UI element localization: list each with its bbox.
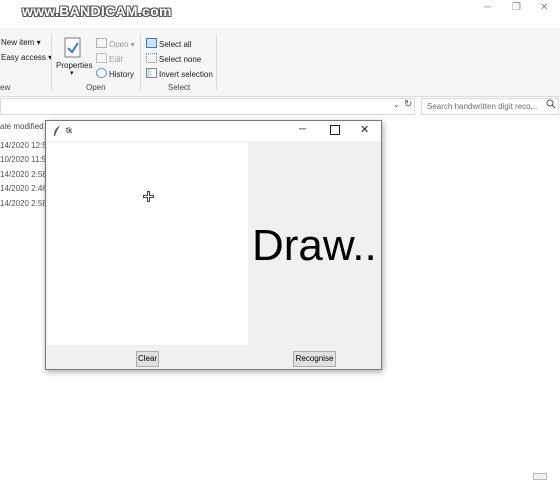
- list-item-date: 14/2020 2:58: [0, 199, 47, 208]
- address-bar[interactable]: [0, 98, 415, 115]
- ribbon-divider: [140, 34, 141, 90]
- prediction-label: Draw..: [252, 221, 377, 270]
- chevron-down-icon[interactable]: ⌄: [393, 100, 400, 109]
- list-item-date: 14/2020 12:52: [0, 141, 52, 150]
- history-icon: [96, 68, 107, 78]
- minimize-icon[interactable]: ─: [484, 2, 491, 13]
- minimize-icon[interactable]: ─: [299, 124, 306, 135]
- ribbon-divider: [216, 34, 217, 90]
- list-item-date: 14/2020 2:46: [0, 184, 47, 193]
- easy-access-button[interactable]: Easy access ▾: [1, 53, 52, 62]
- select-all-label: Select all: [159, 40, 192, 49]
- edit-button[interactable]: Edit: [96, 53, 123, 64]
- properties-icon[interactable]: [63, 37, 83, 59]
- edit-icon: [96, 53, 107, 63]
- tk-title-bar[interactable]: tk ─ ✕: [46, 121, 381, 141]
- date-modified-column-header[interactable]: ate modified: [0, 122, 44, 131]
- maximize-icon[interactable]: [330, 125, 340, 135]
- tk-window-title: tk: [66, 126, 73, 135]
- open-label: Open ▾: [109, 40, 135, 49]
- select-group-label: Select: [168, 83, 191, 92]
- ribbon-divider: [51, 34, 52, 90]
- open-icon: [96, 38, 107, 48]
- chevron-down-icon[interactable]: ▾: [70, 69, 74, 77]
- move-cursor-icon: [143, 191, 154, 202]
- search-placeholder: Search handwritten digit reco...: [427, 102, 538, 111]
- edit-label: Edit: [109, 55, 123, 64]
- select-none-button[interactable]: Select none: [146, 53, 201, 64]
- invert-selection-icon: [146, 68, 157, 78]
- history-button[interactable]: History: [96, 68, 134, 79]
- select-none-icon: [146, 53, 157, 63]
- drawing-canvas[interactable]: [47, 143, 248, 345]
- feather-icon: [52, 125, 62, 137]
- open-group-label: Open: [86, 83, 106, 92]
- list-item-date: 14/2020 2:58: [0, 170, 47, 179]
- invert-selection-label: Invert selection: [159, 70, 213, 79]
- invert-selection-button[interactable]: Invert selection: [146, 68, 213, 79]
- close-icon[interactable]: ✕: [540, 2, 548, 13]
- restore-icon[interactable]: ❐: [512, 2, 521, 13]
- new-group-label: ew: [0, 83, 11, 92]
- properties-button[interactable]: Properties: [56, 61, 92, 70]
- select-none-label: Select none: [159, 55, 202, 64]
- watermark: www.BANDICAM.com: [22, 3, 172, 19]
- clear-button[interactable]: Clear: [136, 351, 159, 367]
- search-input[interactable]: Search handwritten digit reco...: [421, 98, 559, 115]
- recognise-button[interactable]: Recognise: [293, 351, 336, 367]
- refresh-icon[interactable]: ↻: [404, 99, 412, 110]
- new-item-button[interactable]: New item ▾: [1, 38, 41, 47]
- tk-window: tk ─ ✕ Draw.. Clear Recognise: [45, 120, 382, 370]
- history-label: History: [109, 70, 134, 79]
- search-icon[interactable]: [546, 99, 556, 109]
- scrollbar-thumb[interactable]: [533, 473, 547, 480]
- select-all-icon: [146, 38, 157, 48]
- open-button[interactable]: Open ▾: [96, 38, 135, 49]
- select-all-button[interactable]: Select all: [146, 38, 191, 49]
- close-icon[interactable]: ✕: [360, 123, 369, 136]
- list-item-date: 10/2020 11:5: [0, 155, 47, 164]
